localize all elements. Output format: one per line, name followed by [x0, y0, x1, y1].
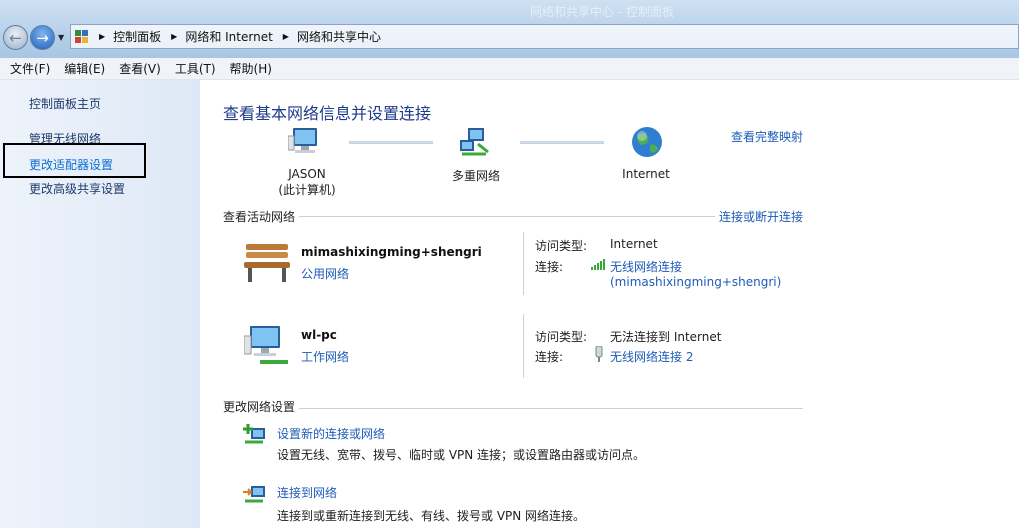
arrow-left-icon: ←: [9, 28, 22, 47]
chevron-right-icon[interactable]: ▶: [171, 32, 177, 41]
menu-edit[interactable]: 编辑(E): [64, 60, 105, 77]
computer-subtitle: (此计算机): [278, 183, 336, 197]
divider: [523, 314, 524, 378]
back-button[interactable]: ←: [3, 25, 28, 50]
sidebar-item-control-panel-home[interactable]: 控制面板主页: [29, 95, 101, 112]
network-type-link[interactable]: 工作网络: [301, 348, 349, 365]
connect-disconnect-link[interactable]: 连接或断开连接: [715, 208, 808, 225]
wireless-adapter-icon: [594, 345, 604, 365]
computer-name: JASON: [288, 167, 326, 181]
access-type-label: 访问类型:: [535, 239, 588, 253]
connect-to-network-link[interactable]: 连接到网络: [277, 484, 337, 501]
work-network-icon: [243, 324, 290, 371]
connect-to-network-desc: 连接到或重新连接到无线、有线、拨号或 VPN 网络连接。: [277, 509, 586, 523]
full-map-link[interactable]: 查看完整映射: [731, 128, 803, 145]
page-title: 查看基本网络信息并设置连接: [223, 104, 432, 123]
forward-button[interactable]: →: [30, 25, 55, 50]
main-content: 查看基本网络信息并设置连接 查看完整映射 JASON (此计算机) 多重网络 I…: [200, 80, 1019, 528]
connection-line: [520, 141, 604, 144]
control-panel-icon: [75, 29, 89, 44]
menu-tools[interactable]: 工具(T): [175, 60, 216, 77]
breadcrumb-network-internet[interactable]: 网络和 Internet: [185, 28, 272, 45]
divider: [223, 408, 803, 409]
network-name: mimashixingming+shengri: [301, 245, 482, 259]
connection-label: 连接:: [535, 260, 564, 274]
title-bar: 网络和共享中心 - 控制面板 ← → ▼ ▶ 控制面板 ▶ 网络和 Intern…: [0, 0, 1019, 58]
access-type-value: Internet: [610, 237, 658, 251]
computer-icon: [287, 126, 322, 161]
recent-pages-dropdown[interactable]: ▼: [58, 33, 64, 42]
connection-label: 连接:: [535, 350, 564, 364]
sidebar-item-advanced-sharing[interactable]: 更改高级共享设置: [29, 180, 125, 197]
bench-icon: [242, 240, 292, 287]
globe-icon: [630, 125, 664, 162]
signal-bars-icon: [591, 258, 607, 273]
access-type-value: 无法连接到 Internet: [610, 330, 722, 344]
new-connection-icon: [243, 424, 267, 449]
annotation-box: [3, 143, 146, 178]
arrow-right-icon: →: [36, 28, 49, 47]
computer-node: JASON (此计算机): [270, 167, 344, 198]
breadcrumb-sharing-center[interactable]: 网络和共享中心: [297, 28, 381, 45]
address-bar[interactable]: ▶ 控制面板 ▶ 网络和 Internet ▶ 网络和共享中心: [70, 24, 1019, 49]
menu-view[interactable]: 查看(V): [119, 60, 161, 77]
breadcrumb-control-panel[interactable]: 控制面板: [113, 28, 161, 45]
window-title: 网络和共享中心 - 控制面板: [530, 5, 674, 19]
divider: [523, 232, 524, 295]
wireless-connection-link[interactable]: 无线网络连接: [610, 258, 682, 275]
setup-connection-desc: 设置无线、宽带、拨号、临时或 VPN 连接；或设置路由器或访问点。: [277, 448, 646, 462]
setup-connection-link[interactable]: 设置新的连接或网络: [277, 425, 385, 442]
wireless-connection-ssid[interactable]: (mimashixingming+shengri): [610, 275, 781, 289]
network-name: wl-pc: [301, 328, 337, 342]
connect-network-icon: [243, 484, 267, 509]
multiple-networks-label: 多重网络: [451, 169, 500, 183]
multiple-networks-icon: [458, 126, 492, 163]
change-settings-heading: 更改网络设置: [223, 398, 300, 415]
access-type-label: 访问类型:: [535, 330, 588, 344]
connection-line: [349, 141, 433, 144]
active-networks-heading: 查看活动网络: [223, 208, 300, 225]
chevron-right-icon[interactable]: ▶: [283, 32, 289, 41]
wireless-connection-2-link[interactable]: 无线网络连接 2: [610, 348, 693, 365]
menu-bar: 文件(F) 编辑(E) 查看(V) 工具(T) 帮助(H): [0, 58, 1019, 80]
internet-label: Internet: [622, 167, 670, 181]
breadcrumb: ▶ 控制面板 ▶ 网络和 Internet ▶ 网络和共享中心: [99, 28, 391, 45]
menu-help[interactable]: 帮助(H): [230, 60, 272, 77]
network-type-link[interactable]: 公用网络: [301, 265, 349, 282]
menu-file[interactable]: 文件(F): [10, 60, 50, 77]
chevron-right-icon[interactable]: ▶: [99, 32, 105, 41]
